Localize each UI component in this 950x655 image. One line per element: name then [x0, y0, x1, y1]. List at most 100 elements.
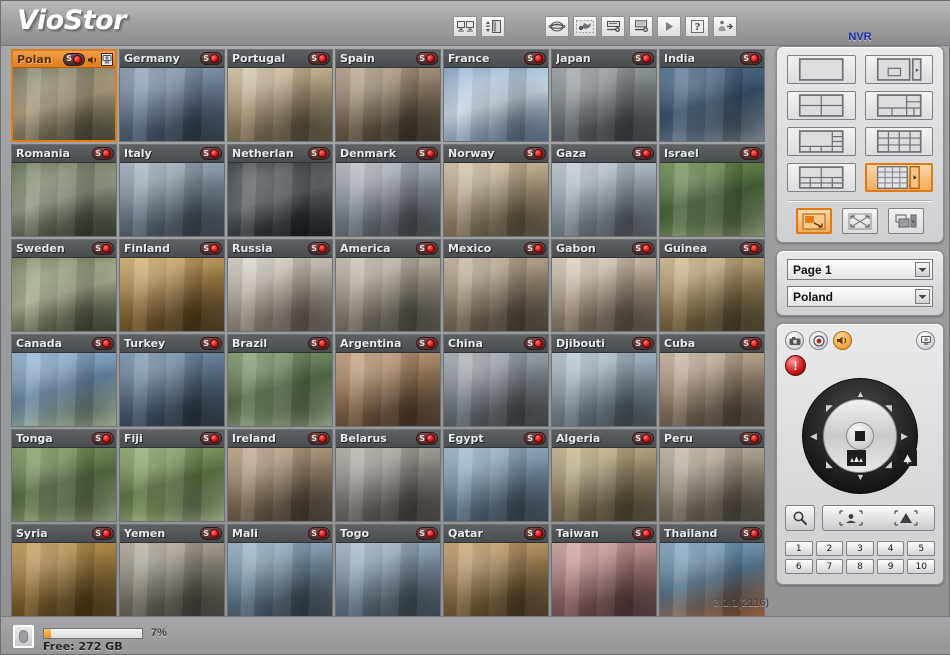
camera-tile[interactable]: Finland S: [119, 239, 225, 332]
camera-video-feed[interactable]: [120, 68, 224, 141]
ptz-stop-button[interactable]: [846, 422, 874, 450]
camera-video-feed[interactable]: [444, 353, 548, 426]
camera-tile[interactable]: Netherlan S: [227, 144, 333, 237]
camera-tile[interactable]: Argentina S: [335, 334, 441, 427]
camera-tile[interactable]: Israel S: [659, 144, 765, 237]
camera-tile[interactable]: Cuba S: [659, 334, 765, 427]
help-icon[interactable]: ?: [685, 16, 709, 37]
speaker-icon[interactable]: [87, 53, 99, 66]
ptz-preset-button[interactable]: 7: [815, 559, 844, 574]
layout-16ch[interactable]: [864, 163, 933, 192]
camera-video-feed[interactable]: [444, 258, 548, 331]
camera-tile[interactable]: Spain S: [335, 49, 441, 142]
camera-video-feed[interactable]: [228, 163, 332, 236]
audio-speaker-icon[interactable]: [833, 331, 852, 350]
camera-tile[interactable]: Tonga S: [11, 429, 117, 522]
camera-video-feed[interactable]: [552, 543, 656, 616]
camera-video-feed[interactable]: [12, 448, 116, 521]
camera-video-feed[interactable]: [660, 448, 764, 521]
mode-multiwindow-button[interactable]: [888, 208, 924, 234]
camera-video-feed[interactable]: [120, 258, 224, 331]
ptz-down-left-arrow[interactable]: ◣: [826, 460, 833, 469]
camera-tile[interactable]: Romania S: [11, 144, 117, 237]
camera-tile[interactable]: Canada S: [11, 334, 117, 427]
camera-tile[interactable]: Brazil S: [227, 334, 333, 427]
ptz-up-arrow[interactable]: ▲: [856, 390, 865, 399]
camera-video-feed[interactable]: [120, 353, 224, 426]
ptz-camera-icon[interactable]: [101, 52, 113, 66]
camera-video-feed[interactable]: [228, 258, 332, 331]
zoom-in-icon[interactable]: [898, 450, 917, 466]
zoom-out-icon[interactable]: [847, 450, 866, 466]
layout-12ch[interactable]: [864, 127, 933, 156]
ptz-right-arrow[interactable]: ▶: [901, 432, 908, 441]
camera-tile[interactable]: China S: [443, 334, 549, 427]
layout-1plus[interactable]: [864, 55, 933, 84]
snapshot-camera-icon[interactable]: [785, 331, 804, 350]
page-select[interactable]: Page 1: [787, 259, 933, 280]
layout-4ch[interactable]: [787, 91, 856, 120]
camera-tile[interactable]: Mali S: [227, 524, 333, 617]
monitor-pair-icon[interactable]: [453, 16, 477, 37]
mode-fullscreen-button[interactable]: [842, 208, 878, 234]
camera-video-feed[interactable]: [228, 353, 332, 426]
camera-video-feed[interactable]: [336, 68, 440, 141]
ptz-preset-button[interactable]: 5: [907, 541, 935, 556]
camera-tile[interactable]: Guinea S: [659, 239, 765, 332]
ptz-preset-button[interactable]: 6: [785, 559, 813, 574]
camera-tile[interactable]: Italy S: [119, 144, 225, 237]
settings-gear-icon[interactable]: [573, 16, 597, 37]
layout-6ch[interactable]: [864, 91, 933, 120]
camera-tile[interactable]: Syria S: [11, 524, 117, 617]
camera-video-feed[interactable]: [336, 163, 440, 236]
camera-tile[interactable]: Denmark S: [335, 144, 441, 237]
search-button[interactable]: [785, 505, 815, 531]
ptz-preset-button[interactable]: 10: [907, 559, 935, 574]
camera-tile[interactable]: Gaza S: [551, 144, 657, 237]
camera-video-feed[interactable]: [12, 258, 116, 331]
layout-8ch[interactable]: [787, 127, 856, 156]
camera-video-feed[interactable]: [660, 258, 764, 331]
camera-video-feed[interactable]: [444, 543, 548, 616]
camera-video-feed[interactable]: [228, 543, 332, 616]
camera-tile[interactable]: Norway S: [443, 144, 549, 237]
camera-video-feed[interactable]: [552, 163, 656, 236]
camera-video-feed[interactable]: [13, 68, 115, 140]
camera-tile[interactable]: Sweden S: [11, 239, 117, 332]
camera-tile[interactable]: Djibouti S: [551, 334, 657, 427]
camera-video-feed[interactable]: [336, 353, 440, 426]
camera-video-feed[interactable]: [444, 68, 548, 141]
ptz-preset-button[interactable]: 1: [785, 541, 813, 556]
camera-video-feed[interactable]: [336, 543, 440, 616]
layout-9ch[interactable]: [787, 163, 856, 192]
camera-tile[interactable]: Japan S: [551, 49, 657, 142]
camera-tile[interactable]: Taiwan S: [551, 524, 657, 617]
camera-tile[interactable]: France S: [443, 49, 549, 142]
ptz-preset-button[interactable]: 4: [876, 541, 905, 556]
camera-video-feed[interactable]: [660, 353, 764, 426]
camera-video-feed[interactable]: [12, 543, 116, 616]
camera-video-feed[interactable]: [120, 448, 224, 521]
camera-tile[interactable]: Russia S: [227, 239, 333, 332]
sort-list-icon[interactable]: [481, 16, 505, 37]
ptz-preset-button[interactable]: 2: [815, 541, 844, 556]
camera-video-feed[interactable]: [660, 68, 764, 141]
ptz-preset-button[interactable]: 9: [876, 559, 905, 574]
mode-sequence-button[interactable]: [796, 208, 832, 234]
ptz-preset-button[interactable]: 8: [846, 559, 874, 574]
camera-video-feed[interactable]: [12, 353, 116, 426]
camera-tile[interactable]: Yemen S: [119, 524, 225, 617]
ptz-preset-button[interactable]: 3: [846, 541, 874, 556]
manual-record-icon[interactable]: [809, 331, 828, 350]
camera-tile[interactable]: Gabon S: [551, 239, 657, 332]
ptz-left-arrow[interactable]: ◀: [810, 432, 817, 441]
ptz-camera-icon[interactable]: [916, 331, 935, 350]
camera-tile[interactable]: Germany S: [119, 49, 225, 142]
camera-video-feed[interactable]: [552, 258, 656, 331]
camera-video-feed[interactable]: [120, 543, 224, 616]
camera-video-feed[interactable]: [552, 353, 656, 426]
camera-tile[interactable]: Portugal S: [227, 49, 333, 142]
camera-tile[interactable]: America S: [335, 239, 441, 332]
logout-icon[interactable]: [713, 16, 737, 37]
camera-video-feed[interactable]: [120, 163, 224, 236]
